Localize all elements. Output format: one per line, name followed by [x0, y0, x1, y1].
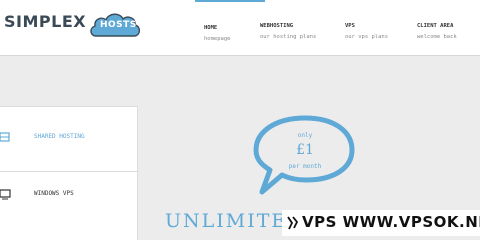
nav-webhosting[interactable]: WEBHOSTING our hosting plans: [251, 0, 321, 56]
logo-text: SIMPLEX: [4, 12, 87, 31]
server-icon: [0, 132, 10, 142]
logo-hosts-text: HOSTS: [100, 20, 137, 30]
nav-title: VPS: [345, 23, 355, 29]
simplex-hosts-logo[interactable]: SIMPLEX HOSTS: [2, 8, 142, 42]
price-period: per month: [288, 163, 322, 170]
site-header: SIMPLEX HOSTS HOME homepage WEBHOSTING o…: [0, 0, 480, 56]
nav-subtitle: our hosting plans: [260, 34, 317, 40]
nav-client-area[interactable]: CLIENT AREA welcome back: [408, 0, 478, 56]
watermark-logo-icon: [287, 216, 299, 230]
nav-subtitle: homepage: [204, 36, 231, 42]
sidebar-item-label: SHARED HOSTING: [34, 133, 85, 140]
price-prefix: only: [297, 132, 313, 139]
price-value: £1: [296, 142, 314, 158]
watermark-text: VPS WWW.VPSOK.NET: [302, 213, 480, 231]
sidebar-item-shared-hosting[interactable]: SHARED HOSTING: [0, 117, 138, 161]
nav-vps[interactable]: VPS our vps plans: [336, 0, 406, 56]
sidebar-item-label: WINDOWS VPS: [34, 190, 74, 197]
nav-title: WEBHOSTING: [260, 23, 294, 29]
services-sidebar: SHARED HOSTING WINDOWS VPS: [0, 106, 138, 240]
price-bubble: only £1 per month: [240, 110, 370, 200]
nav-subtitle: welcome back: [417, 34, 457, 40]
nav-title: CLIENT AREA: [417, 23, 454, 29]
watermark: VPS WWW.VPSOK.NET: [282, 210, 480, 236]
sidebar-item-windows-vps[interactable]: WINDOWS VPS: [0, 171, 138, 215]
nav-subtitle: our vps plans: [345, 34, 389, 40]
monitor-icon: [0, 189, 11, 200]
nav-title: HOME: [204, 25, 218, 31]
